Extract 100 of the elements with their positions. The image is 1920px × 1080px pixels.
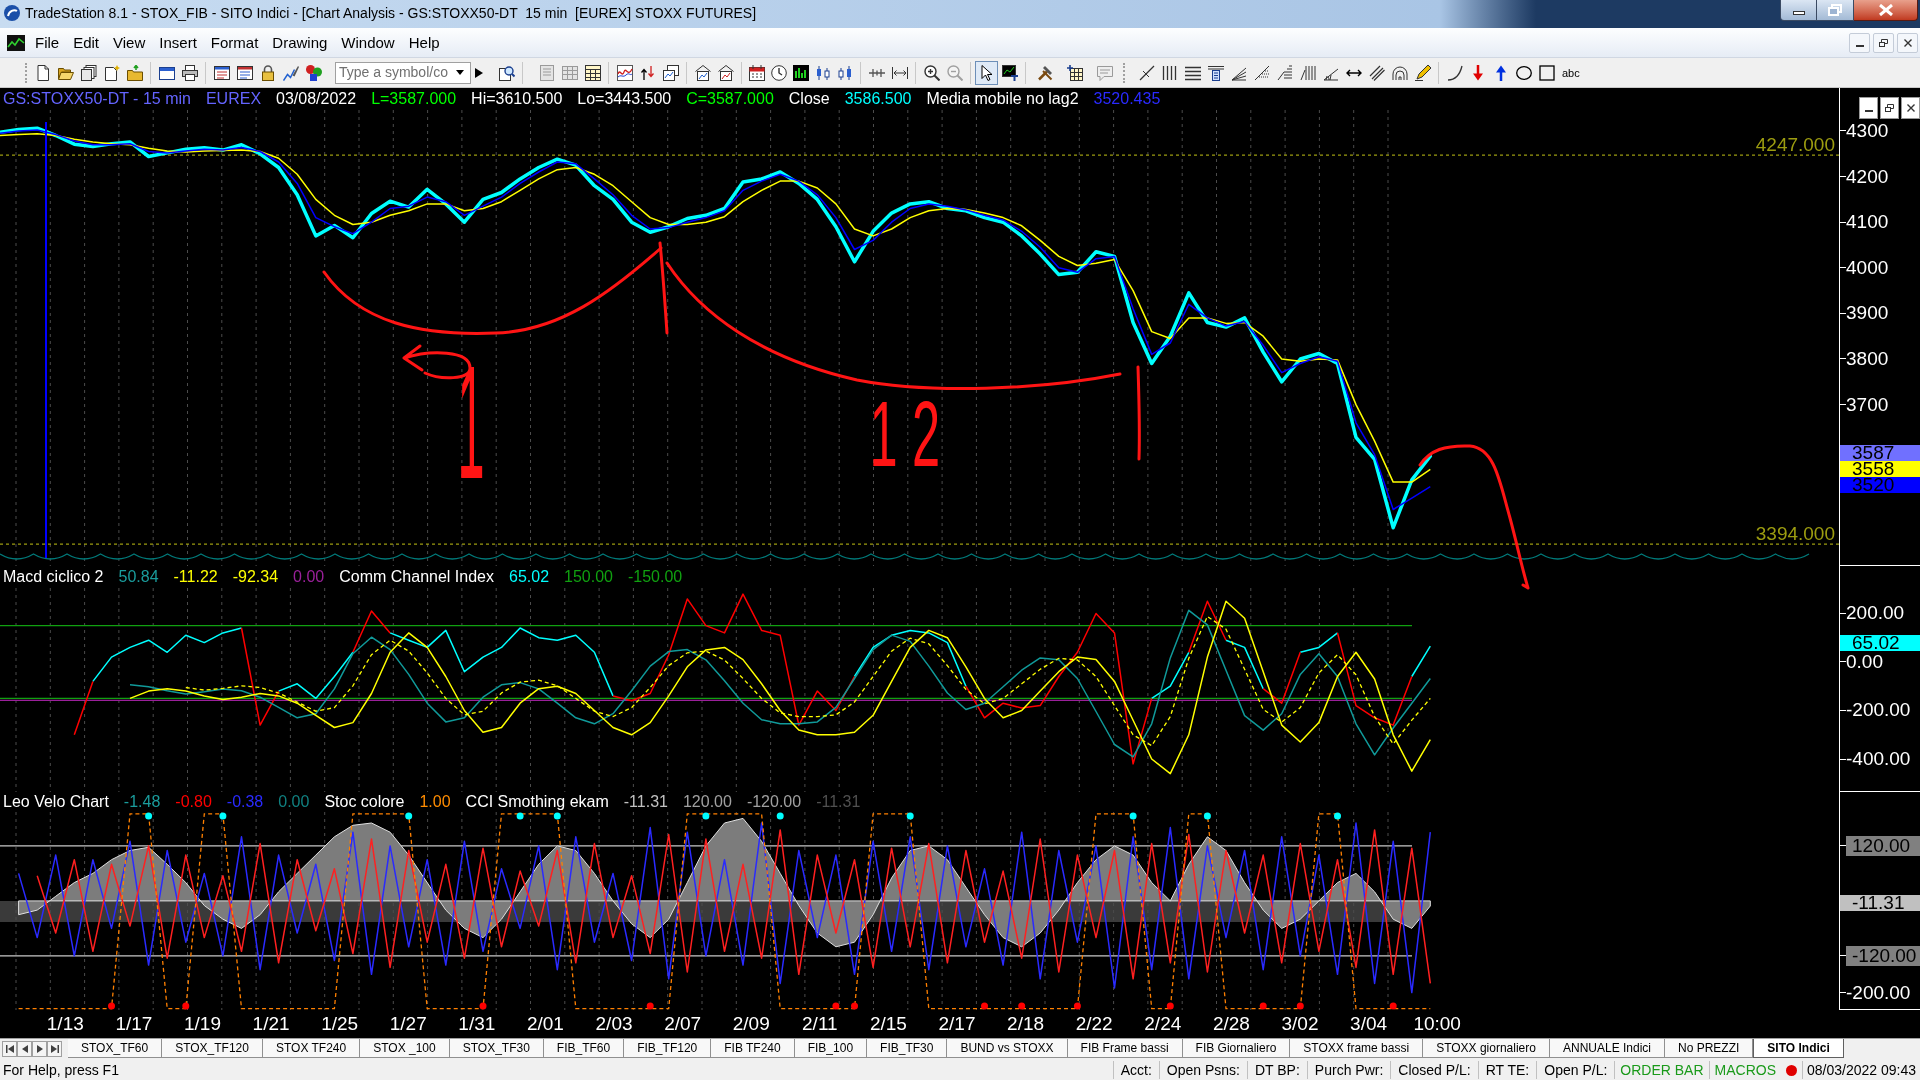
symbol-combobox[interactable]: Type a symbol/co [335, 61, 471, 84]
shapes-icon[interactable] [305, 64, 322, 81]
axis-label: 3700 [1846, 394, 1889, 415]
sheet-tab[interactable]: BUND vs STOXX [947, 1039, 1068, 1058]
menu-item[interactable]: File [28, 32, 67, 53]
axis-label: 4100 [1846, 212, 1889, 233]
square-icon[interactable] [1538, 64, 1555, 81]
sheet-tab[interactable]: FIB Giornaliero [1182, 1039, 1291, 1058]
sheet-tab[interactable]: FIB_100 [794, 1039, 868, 1058]
sheet-tab[interactable]: FIB_TF60 [543, 1039, 625, 1058]
candlestick-icon[interactable] [837, 64, 853, 81]
legend-text: -150.00 [627, 569, 683, 585]
menu-item[interactable]: Format [203, 32, 266, 53]
minimize-button[interactable] [1780, 0, 1817, 21]
axis-label: 3900 [1846, 303, 1889, 324]
sheet-tab[interactable]: STOXX frame bassi [1290, 1039, 1424, 1058]
date-label: 3/04 [1349, 1013, 1389, 1035]
status-field: Open Psns: [1158, 1061, 1247, 1079]
window-list-icon[interactable] [213, 64, 230, 81]
axis-label: 200.00 [1846, 603, 1905, 624]
candlestick-icon[interactable] [815, 64, 831, 81]
parallel-lines-icon[interactable] [1368, 64, 1385, 81]
sheet-tab[interactable]: STOX TF240 [262, 1039, 361, 1058]
menu-item[interactable]: View [106, 32, 153, 53]
menu-item[interactable]: Insert [152, 32, 204, 53]
restore-button[interactable] [1880, 97, 1899, 119]
document-icon[interactable] [103, 64, 120, 81]
steps-icon[interactable] [1276, 64, 1293, 81]
sheet-tab[interactable]: SITO Indici [1753, 1039, 1844, 1058]
retracement-icon[interactable] [1253, 64, 1270, 81]
stacked-pages-icon[interactable] [80, 64, 97, 81]
horizontal-lines-icon[interactable] [1184, 64, 1201, 81]
menu-item[interactable]: Window [334, 32, 402, 53]
text-tool[interactable]: abc [1558, 60, 1584, 85]
date-label: 2/28 [1211, 1013, 1251, 1035]
sheet-tab[interactable]: ANNUALE Indici [1549, 1039, 1665, 1058]
sheet-tab[interactable]: FIB TF240 [711, 1039, 795, 1058]
previous-sheet-button[interactable] [17, 1041, 32, 1057]
lock-icon[interactable] [259, 64, 276, 81]
legend-text: -11.31 [816, 794, 861, 810]
sheet-tab[interactable]: STOX_TF60 [68, 1039, 163, 1058]
arcs-icon[interactable] [1391, 64, 1408, 81]
window-icon[interactable] [158, 64, 175, 81]
date-label: 2/15 [868, 1013, 908, 1035]
first-sheet-button[interactable] [2, 1041, 17, 1057]
window-chart-icon[interactable] [694, 64, 711, 81]
value-tag: 3558 [1840, 461, 1920, 478]
new-document-icon[interactable] [34, 64, 51, 81]
calendar-icon[interactable] [749, 64, 765, 81]
trendline-icon[interactable] [1138, 64, 1155, 81]
sheet-tab[interactable]: FIB_TF30 [867, 1039, 948, 1058]
sheet-tab[interactable]: STOXX giornaliero [1423, 1039, 1550, 1058]
chart-pen-icon[interactable] [282, 64, 299, 81]
vertical-bars-icon[interactable] [1299, 64, 1316, 81]
vertical-lines-icon[interactable] [1161, 64, 1178, 81]
search-icon[interactable] [498, 64, 515, 81]
line-chart-icon[interactable] [616, 64, 633, 81]
zoom-in-icon[interactable] [923, 64, 940, 81]
sheet-tab[interactable]: STOX _100 [360, 1039, 450, 1058]
next-sheet-button[interactable] [32, 1041, 47, 1057]
tools-icon[interactable] [1037, 64, 1053, 81]
chart-windows-icon[interactable] [662, 64, 679, 81]
sheet-tab[interactable]: STOX_TF30 [449, 1039, 544, 1058]
sheet-tab[interactable]: No PREZZI [1665, 1039, 1754, 1058]
minimize-button[interactable] [1859, 97, 1878, 119]
last-sheet-button[interactable] [47, 1041, 62, 1057]
first-sheet-icon [5, 1045, 14, 1053]
restore-button[interactable] [1817, 0, 1854, 21]
table-plus-icon[interactable] [1067, 64, 1083, 81]
pointer-tool-button[interactable] [975, 60, 998, 85]
pencil-icon[interactable] [1414, 64, 1431, 81]
up-down-arrows-icon[interactable] [639, 64, 656, 81]
printer-icon[interactable] [181, 64, 198, 81]
circle-icon[interactable] [1515, 64, 1532, 81]
close-button[interactable] [1854, 0, 1918, 21]
legend-text: 03/08/2022 [276, 91, 357, 107]
table-icon[interactable] [584, 64, 601, 81]
menu-item[interactable]: Help [401, 32, 447, 53]
close-button[interactable] [1901, 97, 1920, 119]
sheet-tab[interactable]: FIB Frame bassi [1067, 1039, 1183, 1058]
curve-icon[interactable] [1446, 64, 1463, 81]
legend-text: -1.48 [123, 794, 161, 810]
date-label: 2/03 [594, 1013, 634, 1035]
folder-icon[interactable] [126, 64, 143, 81]
sheet-tab[interactable]: STOX_TF120 [162, 1039, 263, 1058]
axis-label: -200.00 [1846, 700, 1911, 721]
measure-icon[interactable] [891, 64, 908, 81]
restore-icon [1879, 38, 1888, 47]
chart-label-icon[interactable] [1001, 64, 1018, 81]
window-chart-icon[interactable] [717, 64, 734, 81]
menu-item[interactable]: Drawing [265, 32, 335, 53]
bar-chart-icon[interactable] [793, 64, 809, 81]
window-list-icon[interactable] [236, 64, 253, 81]
menu-item[interactable]: Edit [66, 32, 107, 53]
play-icon[interactable] [475, 67, 483, 78]
date-label: 2/17 [937, 1013, 977, 1035]
clock-icon[interactable] [771, 64, 787, 81]
level-lines-icon[interactable] [1207, 64, 1224, 81]
sheet-tab[interactable]: FIB_TF120 [624, 1039, 712, 1058]
legend-text: -11.22 [173, 569, 218, 585]
